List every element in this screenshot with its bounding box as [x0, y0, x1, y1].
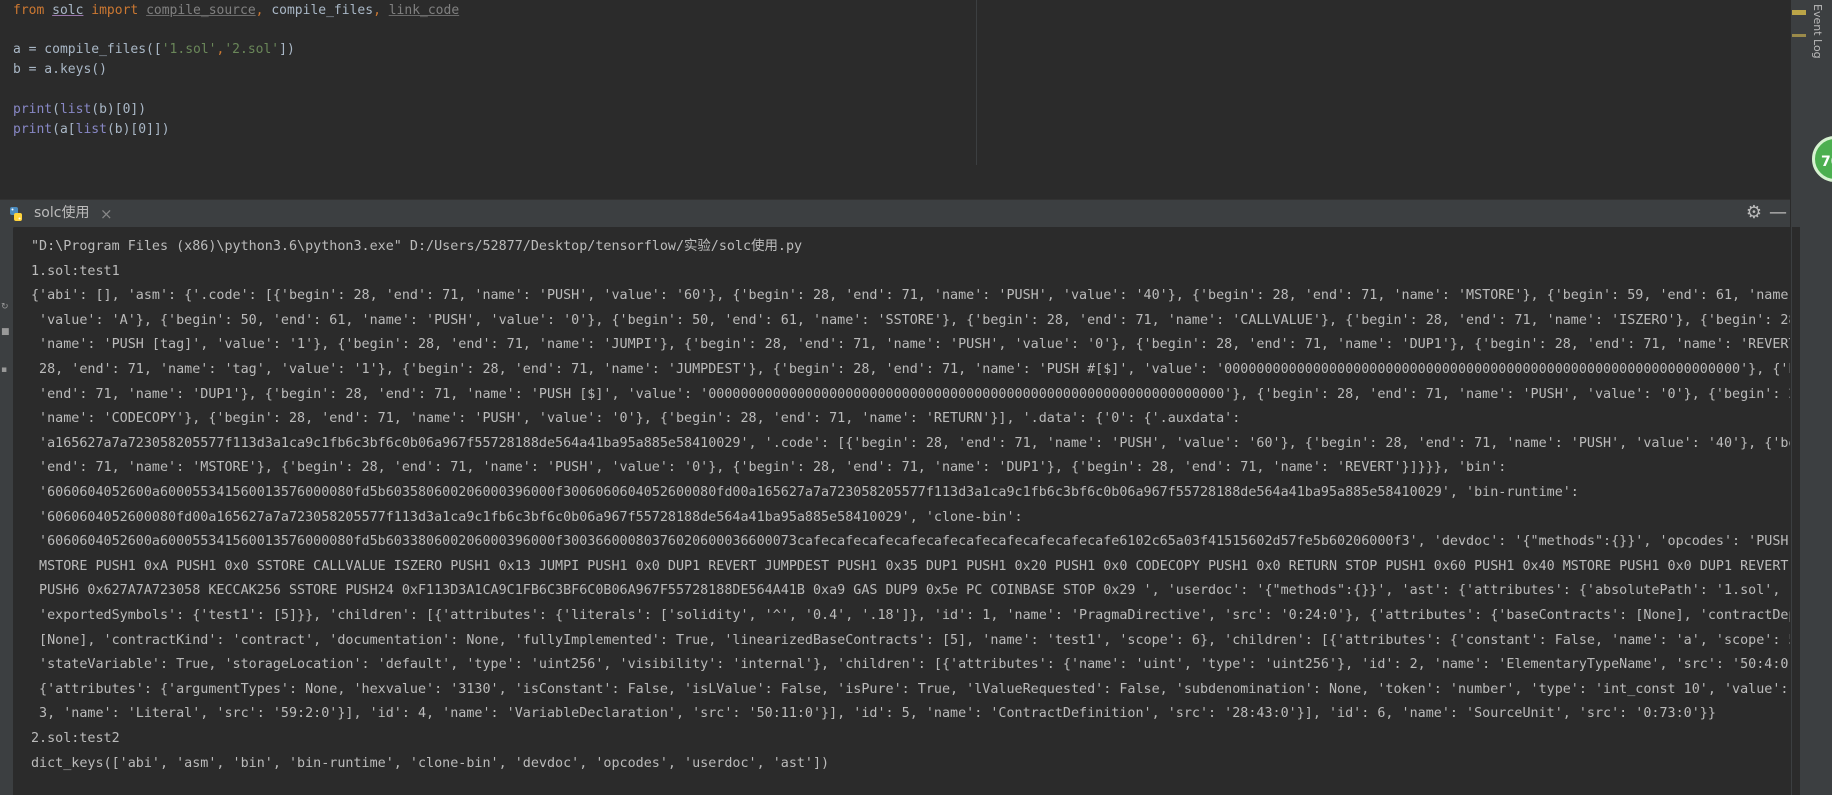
warning-marker[interactable] [1792, 34, 1806, 37]
import-link-code: link_code [388, 3, 460, 18]
pin-icon[interactable]: ▪ [1, 365, 11, 375]
editor-right-pane [976, 0, 1791, 165]
builtin-print: print [13, 102, 53, 117]
console-line: 'name': 'CODECOPY'}, {'begin': 28, 'end'… [31, 411, 1241, 427]
import-compile-source: compile_source [146, 3, 256, 18]
console-line: '6060604052600a600055341560013576000080f… [31, 485, 1579, 500]
console-output[interactable]: "D:\Program Files (x86)\python3.6\python… [14, 227, 1790, 795]
string-literal: '2.sol' [224, 42, 280, 57]
code-text: (b)[0]]) [106, 122, 170, 137]
warning-marker[interactable] [1792, 10, 1806, 15]
string-literal: '1.sol' [161, 42, 217, 57]
code-line-7[interactable]: print(a[list(b)[0]]) [13, 120, 170, 140]
console-line: 'stateVariable': True, 'storageLocation'… [31, 657, 1790, 673]
console-line: '6060604052600080fd00a165627a7a723058205… [31, 509, 1023, 525]
comma: , [255, 3, 272, 18]
console-line: "D:\Program Files (x86)\python3.6\python… [31, 239, 803, 254]
import-compile-files: compile_files [271, 3, 374, 18]
event-log-tab[interactable]: Event Log [1810, 4, 1824, 59]
keyword-import: import [91, 3, 139, 18]
builtin-print: print [13, 122, 53, 137]
tab-run-solc[interactable]: solc使用 [6, 200, 109, 227]
console-line: MSTORE PUSH1 0xA PUSH1 0x0 SSTORE CALLVA… [31, 558, 1790, 574]
console-line: [None], 'contractKind': 'contract', 'doc… [31, 632, 1790, 648]
console-line: 'value': 'A'}, {'begin': 50, 'end': 61, … [31, 312, 1790, 328]
run-panel-header: solc使用 × ⚙ — [0, 199, 1790, 228]
console-line: 'name': 'PUSH [tag]', 'value': '1'}, {'b… [31, 337, 1790, 353]
console-line: {'abi': [], 'asm': {'.code': [{'begin': … [31, 288, 1790, 304]
code-line-3[interactable]: a = compile_files(['1.sol','2.sol']) [13, 40, 295, 60]
code-text: (a[ [52, 122, 76, 137]
close-icon[interactable]: × [100, 205, 113, 223]
code-line-6[interactable]: print(list(b)[0]) [13, 100, 146, 120]
code-text: (b)[0]) [91, 102, 147, 117]
console-line: 2.sol:test2 [31, 731, 120, 746]
console-line: {'attributes': {'argumentTypes': None, '… [31, 681, 1790, 697]
console-line: 'end': 71, 'name': 'DUP1'}, {'begin': 28… [31, 386, 1790, 402]
console-line: '6060604052600a600055341560013576000080f… [31, 534, 1790, 550]
code-text: ]) [279, 42, 295, 57]
rerun-icon[interactable]: ↻ [1, 302, 11, 312]
stop-icon[interactable]: ■ [1, 327, 11, 337]
keyword-from: from [13, 3, 45, 18]
code-line-1[interactable]: from solc import compile_source, compile… [13, 1, 459, 21]
console-line: dict_keys(['abi', 'asm', 'bin', 'bin-run… [31, 755, 830, 771]
builtin-list: list [75, 122, 107, 137]
comma: , [373, 3, 389, 18]
console-line: 1.sol:test1 [31, 263, 120, 279]
code-editor[interactable]: from solc import compile_source, compile… [0, 0, 975, 165]
minimize-icon[interactable]: — [1768, 203, 1788, 223]
console-scrollbar[interactable] [1792, 227, 1800, 795]
module-solc: solc [52, 3, 84, 18]
console-line: 'exportedSymbols': {'test1': [5]}}, 'chi… [31, 608, 1790, 623]
console-line: 3, 'name': 'Literal', 'src': '59:2:0'}],… [31, 706, 1716, 722]
code-text: a = compile_files([ [13, 42, 162, 57]
console-line: 28, 'end': 71, 'name': 'tag', 'value': '… [31, 362, 1790, 377]
console-line: 'a165627a7a723058205577f113d3a1ca9c1fb6c… [31, 435, 1790, 451]
gear-icon[interactable]: ⚙ [1744, 203, 1764, 223]
console-line: PUSH6 0x627A7A723058 KECCAK256 SSTORE PU… [31, 583, 1781, 599]
builtin-list: list [59, 102, 92, 117]
code-text: ( [52, 102, 60, 117]
console-line: 'end': 71, 'name': 'MSTORE'}, {'begin': … [31, 460, 1507, 476]
run-toolbar-gutter: ↻ ■ ▪ [0, 227, 13, 795]
code-line-4[interactable]: b = a.keys() [13, 60, 107, 80]
